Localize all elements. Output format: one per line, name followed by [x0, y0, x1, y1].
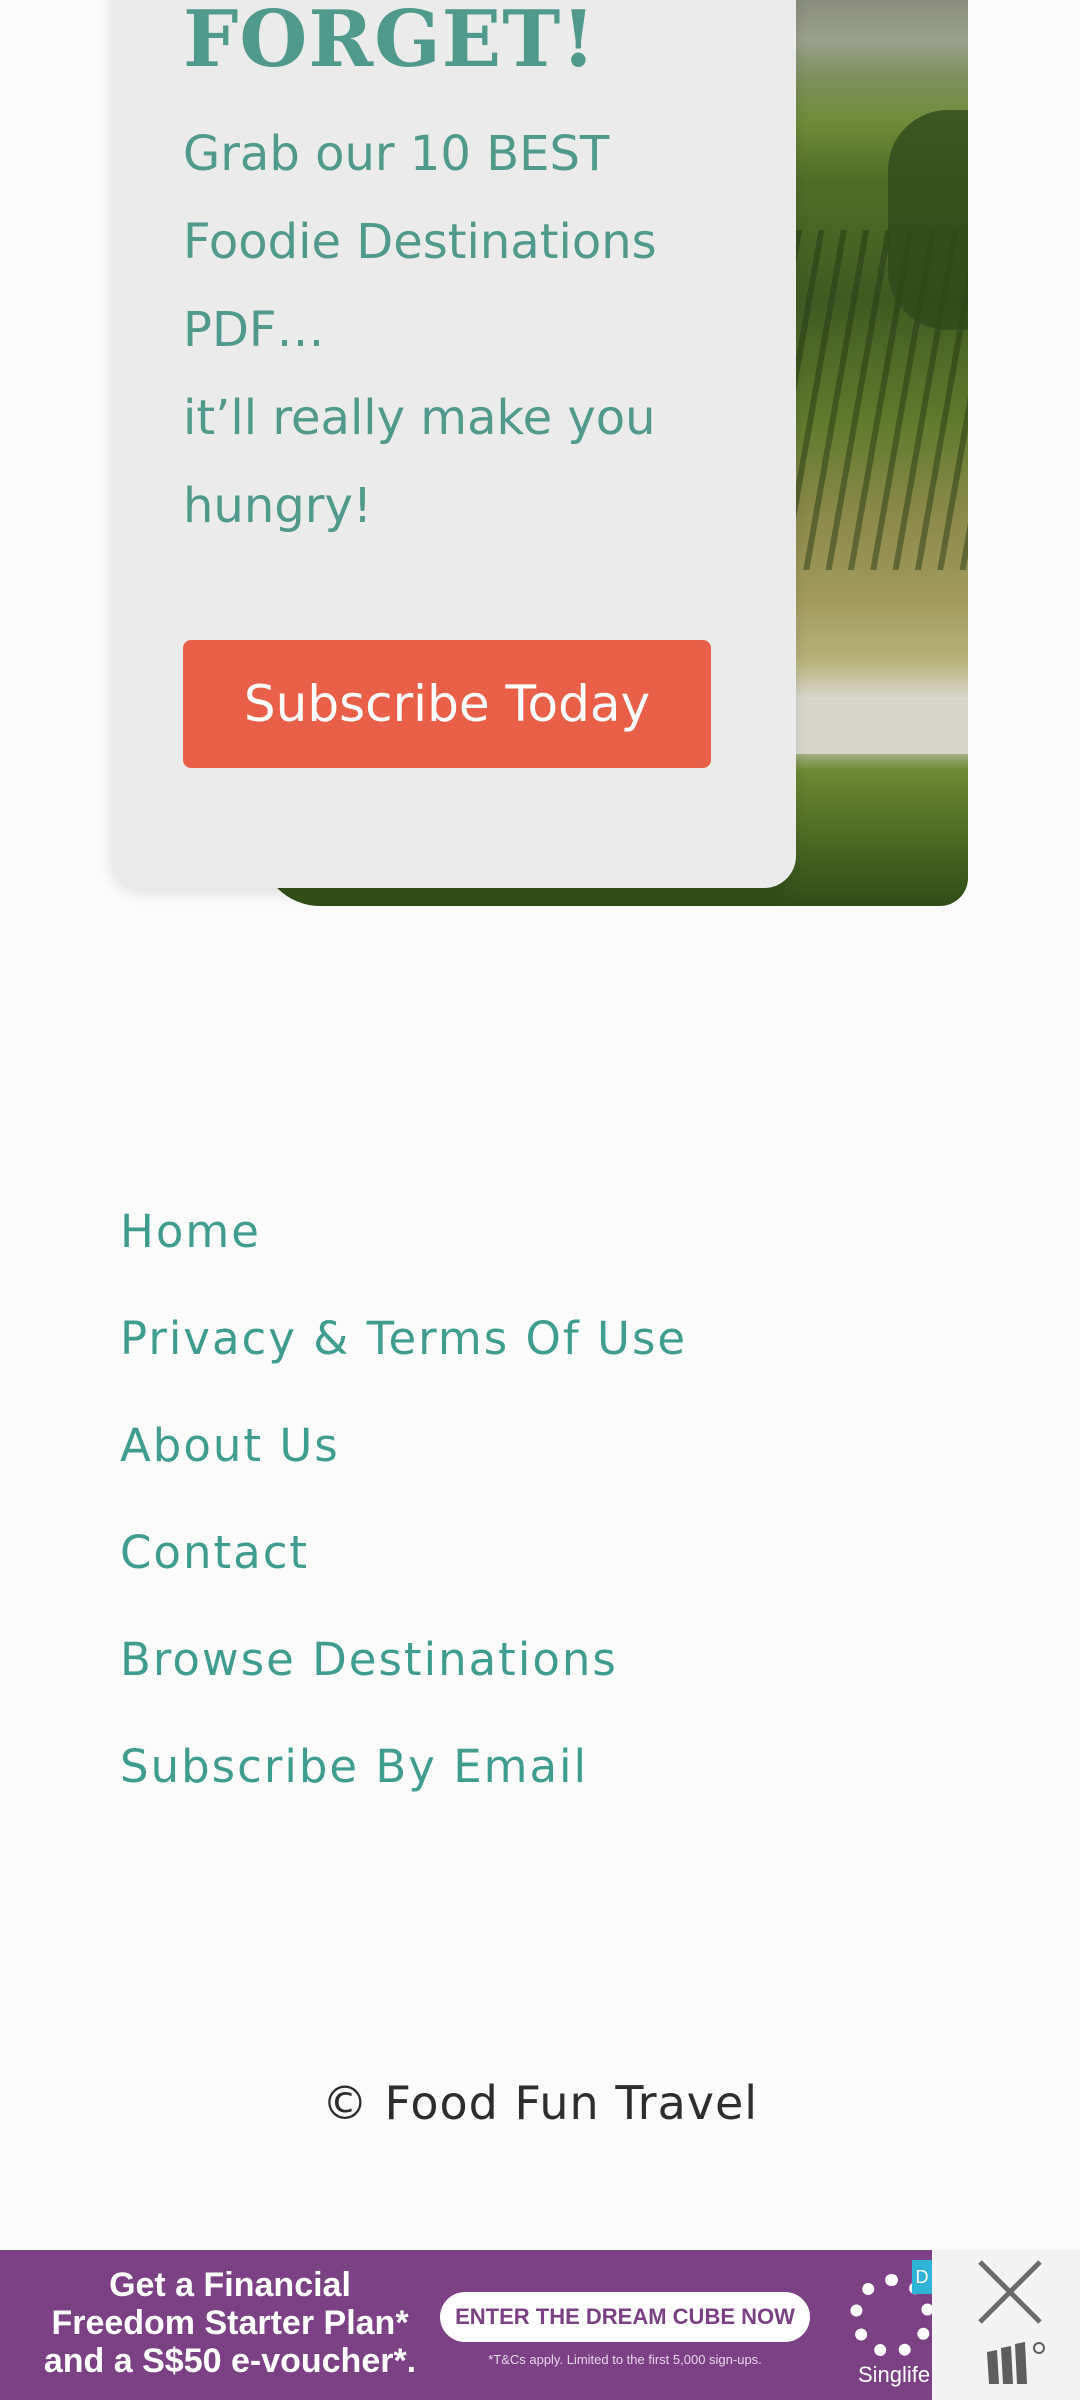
promo-text: Grab our 10 BEST Foodie Destinations PDF… [183, 110, 743, 550]
ad-headline-line: Get a Financial [109, 2266, 351, 2304]
subscribe-today-button[interactable]: Subscribe Today [183, 640, 711, 768]
footer-nav: Home Privacy & Terms Of Use About Us Con… [120, 1194, 687, 1836]
promo-title: FORGET! [183, 0, 597, 85]
ad-fine-print: *T&Cs apply. Limited to the first 5,000 … [488, 2352, 762, 2367]
hillside [888, 110, 968, 330]
ad-banner[interactable]: Get a Financial Freedom Starter Plan* an… [0, 2250, 932, 2400]
ad-choices-badge[interactable]: D [912, 2260, 932, 2294]
footer-link-contact[interactable]: Contact [120, 1515, 687, 1622]
ad-network-icon [987, 2342, 1045, 2384]
promo-line: hungry! [183, 478, 373, 534]
footer-link-browse-destinations[interactable]: Browse Destinations [120, 1622, 687, 1729]
close-icon[interactable] [970, 2252, 1050, 2332]
copyright-text: © Food Fun Travel [321, 2076, 759, 2130]
promo-line: PDF… [183, 302, 325, 358]
promo-line: it’ll really make you [183, 390, 656, 446]
footer-link-home[interactable]: Home [120, 1194, 687, 1301]
subscribe-promo-card: FORGET! Grab our 10 BEST Foodie Destinat… [110, 0, 796, 888]
ad-headline-line: and a S$50 e-voucher*. [43, 2342, 417, 2380]
promo-line: Foodie Destinations [183, 214, 657, 270]
promo-line: Grab our 10 BEST [183, 126, 610, 182]
ad-headline: Get a Financial Freedom Starter Plan* an… [40, 2266, 420, 2380]
footer-link-subscribe-email[interactable]: Subscribe By Email [120, 1729, 687, 1836]
ad-cta-button[interactable]: ENTER THE DREAM CUBE NOW [440, 2292, 810, 2342]
footer-link-about-us[interactable]: About Us [120, 1408, 687, 1515]
footer-link-privacy-terms[interactable]: Privacy & Terms Of Use [120, 1301, 687, 1408]
ad-headline-line: Freedom Starter Plan* [51, 2304, 409, 2342]
ad-brand: Singlife [858, 2362, 931, 2387]
